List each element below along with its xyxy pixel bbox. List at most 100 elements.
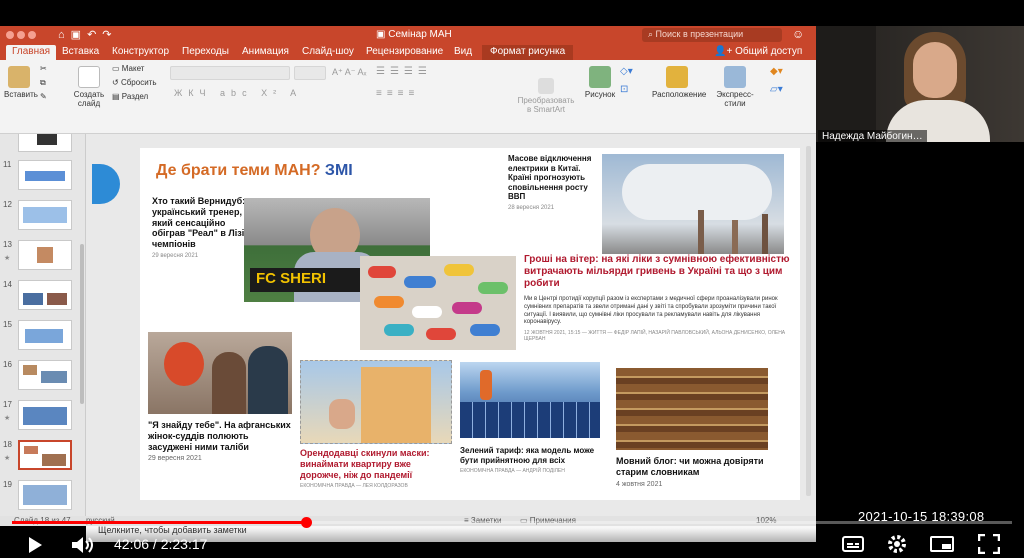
thumbnail-17[interactable]: 17 ★ [0, 398, 85, 434]
photo-rent-building[interactable] [300, 360, 452, 444]
quick-styles-button[interactable]: Экспресс-стили [706, 66, 764, 108]
share-button[interactable]: 👤+ Общий доступ [714, 46, 802, 57]
thumbnail-18-selected[interactable]: 18 ★ [0, 438, 85, 474]
new-slide-icon [78, 66, 100, 88]
settings-gear-icon[interactable] [887, 534, 907, 554]
miniplayer-icon[interactable] [930, 536, 954, 552]
pill-red-2 [426, 328, 456, 340]
close-icon[interactable] [6, 31, 14, 39]
smartart-button[interactable]: Преобразовать в SmartArt [516, 78, 576, 114]
article-rent[interactable]: Орендодавці скинули маски: винаймати ква… [300, 448, 450, 490]
thumbnail-10[interactable]: 10 [0, 134, 85, 156]
minimize-icon[interactable] [17, 31, 25, 39]
save-icon[interactable]: ▣ [71, 29, 87, 41]
volume-icon[interactable] [70, 535, 96, 555]
tab-transitions[interactable]: Переходы [182, 46, 229, 57]
subtitles-icon[interactable] [842, 536, 864, 552]
scrubber-handle[interactable] [301, 517, 312, 528]
home-icon[interactable]: ⌂ [58, 29, 71, 41]
scissors-icon[interactable]: ✂ [40, 64, 47, 73]
thumbnail-scrollbar[interactable] [80, 244, 84, 404]
font-size-select[interactable] [294, 66, 326, 80]
tab-animation[interactable]: Анимация [242, 46, 289, 57]
reset-button[interactable]: ↺ Сбросить [112, 78, 157, 87]
photo-solar-panels[interactable] [460, 362, 600, 438]
worker-figure [480, 370, 492, 400]
smiley-icon[interactable]: ☺ [792, 27, 804, 41]
photo-pills[interactable] [360, 256, 516, 350]
fill-color-icon[interactable]: ◆▾ [770, 66, 783, 77]
solar-array [460, 402, 600, 438]
thumbnail-11[interactable]: 11 [0, 158, 85, 194]
thumbnail-19[interactable]: 19 [0, 478, 85, 514]
article-pills-meta: 12 ЖОВТНЯ 2021, 15:15 — ЖИТТЯ — ФЕДІР ЛА… [524, 330, 786, 343]
article-solar[interactable]: Зелений тариф: яка модель може бути прий… [460, 446, 600, 475]
thumbnail-13[interactable]: 13 ★ [0, 238, 85, 274]
tab-slideshow[interactable]: Слайд-шоу [302, 46, 354, 57]
tab-home[interactable]: Главная [6, 45, 57, 60]
hand-with-keys [329, 399, 355, 429]
tab-insert[interactable]: Вставка [62, 46, 99, 57]
smartart-icon [538, 78, 554, 94]
time-display: 42:06 / 2:23:17 [114, 536, 208, 552]
book-stack [616, 368, 768, 450]
figure-dark [248, 346, 288, 414]
search-input[interactable]: ⌕ Поиск в презентации [642, 28, 782, 42]
arrange-icon [666, 66, 688, 88]
figure-brown [212, 352, 246, 414]
textbox-icon[interactable]: ⊡ [620, 84, 628, 95]
video-progress-bar[interactable] [12, 517, 1012, 528]
article-china-power[interactable]: Масове відключення електрики в Китаї. Кр… [508, 154, 600, 211]
pill-white [412, 306, 442, 318]
paste-button[interactable]: Вставить [4, 66, 38, 99]
article-pills[interactable]: Гроші на вітер: на які ліки з сумнівною … [524, 254, 790, 343]
picture-icon [589, 66, 611, 88]
article-language-blog[interactable]: Мовний блог: чи можна довіряти старим сл… [616, 456, 778, 488]
thumbnail-15[interactable]: 15 [0, 318, 85, 354]
thumbnail-12[interactable]: 12 [0, 198, 85, 234]
fc-sheriff-banner: FC SHERI [250, 268, 370, 292]
pill-red [368, 266, 396, 278]
thumbnail-14[interactable]: 14 [0, 278, 85, 314]
slide-scrollbar[interactable] [806, 146, 811, 496]
zoom-icon[interactable] [28, 31, 36, 39]
article-vernydub[interactable]: Хто такий Вернидуб: український тренер, … [152, 196, 248, 259]
tab-design[interactable]: Конструктор [112, 46, 169, 57]
window-controls[interactable] [6, 31, 39, 42]
outline-color-icon[interactable]: ▱▾ [770, 84, 783, 95]
play-icon[interactable] [26, 536, 44, 554]
slide-canvas: Де брати теми МАН? ЗМІ Хто такий Верниду… [86, 134, 816, 518]
slide-18[interactable]: Де брати теми МАН? ЗМІ Хто такий Верниду… [140, 148, 800, 500]
quick-access-toolbar[interactable]: ⌂▣↶↷ [58, 28, 118, 41]
photo-old-dictionaries[interactable] [616, 368, 768, 450]
font-size-controls[interactable]: A⁺ A⁻ Aₓ [332, 67, 366, 78]
layout-button[interactable]: ▭ Макет [112, 64, 144, 73]
tab-picture-format[interactable]: Формат рисунка [482, 45, 574, 60]
slide-thumbnails: 10 11 12 13★ 14 15 16 17★ 18★ 19 [0, 134, 86, 516]
text-style-buttons[interactable]: ЖКЧ abc X² A [174, 88, 302, 98]
participant-face [913, 42, 957, 98]
arrange-button[interactable]: Расположение [652, 66, 706, 99]
chimney-1 [698, 210, 704, 254]
photo-afghan-judges[interactable] [148, 332, 292, 414]
undo-icon[interactable]: ↶ [87, 29, 102, 41]
ribbon: Вставить ✂ ⧉ ✎ Создать слайд ▭ Макет ↺ С… [0, 60, 816, 134]
article-afghan[interactable]: "Я знайду тебе". На афганських жінок-суд… [148, 420, 292, 463]
copy-icon[interactable]: ⧉ [40, 78, 46, 88]
tab-review[interactable]: Рецензирование [366, 46, 443, 57]
shapes-icon[interactable]: ◇▾ [620, 66, 633, 77]
slide-title[interactable]: Де брати теми МАН? ЗМІ [156, 162, 353, 180]
tab-view[interactable]: Вид [454, 46, 472, 57]
fullscreen-icon[interactable] [978, 534, 1000, 554]
photo-power-plant[interactable] [602, 154, 784, 254]
align-buttons[interactable]: ≡≡≡≡ [376, 88, 419, 99]
thumbnail-16[interactable]: 16 [0, 358, 85, 394]
redo-icon[interactable]: ↷ [102, 29, 117, 41]
pill-cyan [384, 324, 414, 336]
new-slide-button[interactable]: Создать слайд [72, 66, 106, 108]
font-family-select[interactable] [170, 66, 290, 80]
list-buttons[interactable]: ☰☰☰☰ [376, 66, 432, 77]
section-button[interactable]: ▤ Раздел [112, 92, 148, 101]
picture-button[interactable]: Рисунок [584, 66, 616, 99]
format-painter-icon[interactable]: ✎ [40, 92, 47, 101]
